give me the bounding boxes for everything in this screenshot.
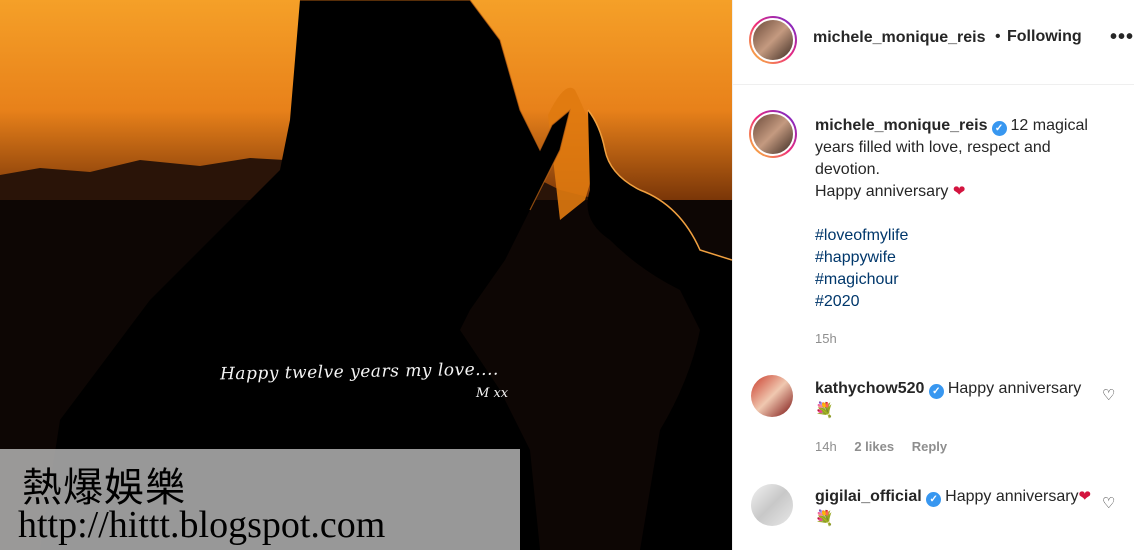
comment-timestamp[interactable]: 14h: [815, 439, 837, 454]
post-photo[interactable]: Happy twelve years my love.... M xx 熱爆娛樂…: [0, 0, 732, 550]
photo-overlay-signature: M xx: [476, 386, 509, 401]
hashtag-link[interactable]: #magichour: [815, 269, 1115, 291]
following-button[interactable]: Following: [1007, 28, 1082, 46]
hashtag-link[interactable]: #loveofmylife: [815, 225, 1115, 247]
comment-item: gigilai_official ✓ Happy anniversary❤ 💐: [815, 486, 1095, 530]
instagram-post-view: Happy twelve years my love.... M xx 熱爆娛樂…: [0, 0, 1134, 550]
reply-button[interactable]: Reply: [912, 439, 947, 454]
commenter-username-link[interactable]: kathychow520: [815, 380, 924, 397]
more-options-icon[interactable]: •••: [1110, 26, 1134, 49]
bouquet-emoji-icon: 💐: [815, 510, 834, 527]
comment-text: Happy anniversary: [947, 380, 1082, 397]
commenter-avatar[interactable]: [751, 484, 793, 526]
like-comment-heart-icon[interactable]: ♡: [1102, 386, 1115, 404]
comment-meta: 14h 2 likes Reply: [815, 439, 961, 454]
verified-badge-icon: ✓: [991, 121, 1007, 136]
commenter-username-link[interactable]: gigilai_official: [815, 488, 922, 505]
comment-text: Happy anniversary: [945, 488, 1079, 505]
header-separator: •: [995, 28, 1001, 45]
post-side-panel: michele_monique_reis • Following ••• mic…: [732, 0, 1134, 550]
caption-username-link[interactable]: michele_monique_reis: [815, 117, 988, 134]
like-comment-heart-icon[interactable]: ♡: [1102, 494, 1115, 512]
post-caption: michele_monique_reis ✓ 12 magical years fi…: [815, 115, 1115, 313]
watermark-url: http://hittt.blogspot.com: [18, 504, 386, 546]
hashtag-link[interactable]: #happywife: [815, 247, 1115, 269]
bouquet-emoji-icon: 💐: [815, 402, 834, 419]
post-header: michele_monique_reis • Following •••: [733, 0, 1134, 85]
heart-emoji-icon: ❤: [1078, 488, 1092, 505]
comment-item: kathychow520 ✓ Happy anniversary 💐: [815, 378, 1095, 422]
author-avatar[interactable]: [749, 16, 797, 64]
verified-badge-icon: ✓: [928, 384, 944, 399]
hashtag-link[interactable]: #2020: [815, 291, 1115, 313]
author-username-link[interactable]: michele_monique_reis: [813, 29, 986, 47]
caption-timestamp[interactable]: 15h: [815, 331, 837, 346]
commenter-avatar[interactable]: [751, 375, 793, 417]
caption-line2: Happy anniversary: [815, 183, 949, 200]
caption-author-avatar[interactable]: [749, 110, 797, 158]
verified-badge-icon: ✓: [926, 492, 942, 507]
comment-likes-count[interactable]: 2 likes: [854, 439, 894, 454]
heart-emoji-icon: ❤: [952, 183, 966, 200]
